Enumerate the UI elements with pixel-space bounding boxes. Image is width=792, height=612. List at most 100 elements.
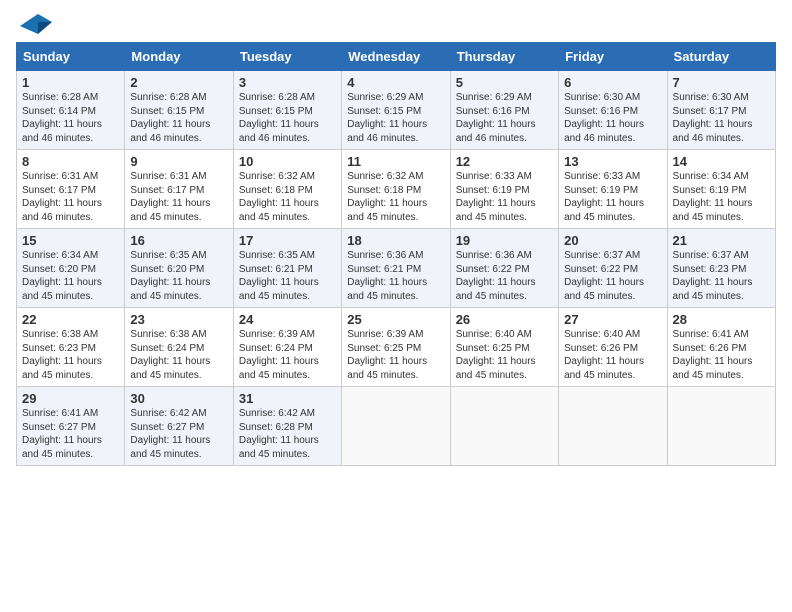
day-info: Sunrise: 6:35 AMSunset: 6:21 PMDaylight:… <box>239 249 336 303</box>
day-info: Sunrise: 6:41 AMSunset: 6:27 PMDaylight:… <box>22 407 119 461</box>
calendar-week-row: 1Sunrise: 6:28 AMSunset: 6:14 PMDaylight… <box>17 71 776 150</box>
day-info: Sunrise: 6:28 AMSunset: 6:15 PMDaylight:… <box>239 91 336 145</box>
day-number: 18 <box>347 233 444 248</box>
day-number: 14 <box>673 154 770 169</box>
day-info: Sunrise: 6:30 AMSunset: 6:17 PMDaylight:… <box>673 91 770 145</box>
day-info: Sunrise: 6:34 AMSunset: 6:20 PMDaylight:… <box>22 249 119 303</box>
day-number: 27 <box>564 312 661 327</box>
day-number: 26 <box>456 312 553 327</box>
column-header-saturday: Saturday <box>667 43 775 71</box>
calendar-week-row: 29Sunrise: 6:41 AMSunset: 6:27 PMDayligh… <box>17 387 776 466</box>
day-number: 23 <box>130 312 227 327</box>
calendar-cell: 15Sunrise: 6:34 AMSunset: 6:20 PMDayligh… <box>17 229 125 308</box>
calendar-cell: 2Sunrise: 6:28 AMSunset: 6:15 PMDaylight… <box>125 71 233 150</box>
day-info: Sunrise: 6:36 AMSunset: 6:22 PMDaylight:… <box>456 249 553 303</box>
calendar-header-row: SundayMondayTuesdayWednesdayThursdayFrid… <box>17 43 776 71</box>
day-number: 29 <box>22 391 119 406</box>
column-header-friday: Friday <box>559 43 667 71</box>
calendar-cell: 25Sunrise: 6:39 AMSunset: 6:25 PMDayligh… <box>342 308 450 387</box>
column-header-monday: Monday <box>125 43 233 71</box>
day-number: 8 <box>22 154 119 169</box>
logo-bird-icon <box>18 12 52 40</box>
calendar-cell <box>667 387 775 466</box>
calendar-cell: 27Sunrise: 6:40 AMSunset: 6:26 PMDayligh… <box>559 308 667 387</box>
calendar-cell: 20Sunrise: 6:37 AMSunset: 6:22 PMDayligh… <box>559 229 667 308</box>
calendar-cell: 17Sunrise: 6:35 AMSunset: 6:21 PMDayligh… <box>233 229 341 308</box>
calendar-cell <box>342 387 450 466</box>
calendar-cell: 22Sunrise: 6:38 AMSunset: 6:23 PMDayligh… <box>17 308 125 387</box>
calendar-cell: 6Sunrise: 6:30 AMSunset: 6:16 PMDaylight… <box>559 71 667 150</box>
day-info: Sunrise: 6:30 AMSunset: 6:16 PMDaylight:… <box>564 91 661 145</box>
day-info: Sunrise: 6:38 AMSunset: 6:23 PMDaylight:… <box>22 328 119 382</box>
day-info: Sunrise: 6:39 AMSunset: 6:25 PMDaylight:… <box>347 328 444 382</box>
day-number: 7 <box>673 75 770 90</box>
day-info: Sunrise: 6:41 AMSunset: 6:26 PMDaylight:… <box>673 328 770 382</box>
day-number: 16 <box>130 233 227 248</box>
day-info: Sunrise: 6:29 AMSunset: 6:15 PMDaylight:… <box>347 91 444 145</box>
day-number: 6 <box>564 75 661 90</box>
calendar-table: SundayMondayTuesdayWednesdayThursdayFrid… <box>16 42 776 466</box>
day-number: 1 <box>22 75 119 90</box>
day-number: 4 <box>347 75 444 90</box>
day-info: Sunrise: 6:38 AMSunset: 6:24 PMDaylight:… <box>130 328 227 382</box>
calendar-cell <box>450 387 558 466</box>
day-number: 15 <box>22 233 119 248</box>
day-number: 13 <box>564 154 661 169</box>
day-number: 12 <box>456 154 553 169</box>
day-number: 10 <box>239 154 336 169</box>
calendar-cell: 26Sunrise: 6:40 AMSunset: 6:25 PMDayligh… <box>450 308 558 387</box>
calendar-cell: 21Sunrise: 6:37 AMSunset: 6:23 PMDayligh… <box>667 229 775 308</box>
column-header-tuesday: Tuesday <box>233 43 341 71</box>
day-number: 9 <box>130 154 227 169</box>
day-info: Sunrise: 6:36 AMSunset: 6:21 PMDaylight:… <box>347 249 444 303</box>
day-number: 2 <box>130 75 227 90</box>
calendar-cell: 19Sunrise: 6:36 AMSunset: 6:22 PMDayligh… <box>450 229 558 308</box>
day-info: Sunrise: 6:42 AMSunset: 6:27 PMDaylight:… <box>130 407 227 461</box>
calendar-cell: 8Sunrise: 6:31 AMSunset: 6:17 PMDaylight… <box>17 150 125 229</box>
day-info: Sunrise: 6:39 AMSunset: 6:24 PMDaylight:… <box>239 328 336 382</box>
day-info: Sunrise: 6:32 AMSunset: 6:18 PMDaylight:… <box>347 170 444 224</box>
day-number: 11 <box>347 154 444 169</box>
day-number: 21 <box>673 233 770 248</box>
day-info: Sunrise: 6:28 AMSunset: 6:14 PMDaylight:… <box>22 91 119 145</box>
calendar-cell: 28Sunrise: 6:41 AMSunset: 6:26 PMDayligh… <box>667 308 775 387</box>
calendar-cell: 1Sunrise: 6:28 AMSunset: 6:14 PMDaylight… <box>17 71 125 150</box>
calendar-cell: 11Sunrise: 6:32 AMSunset: 6:18 PMDayligh… <box>342 150 450 229</box>
day-info: Sunrise: 6:28 AMSunset: 6:15 PMDaylight:… <box>130 91 227 145</box>
calendar-cell: 31Sunrise: 6:42 AMSunset: 6:28 PMDayligh… <box>233 387 341 466</box>
day-info: Sunrise: 6:35 AMSunset: 6:20 PMDaylight:… <box>130 249 227 303</box>
column-header-wednesday: Wednesday <box>342 43 450 71</box>
calendar-cell: 3Sunrise: 6:28 AMSunset: 6:15 PMDaylight… <box>233 71 341 150</box>
day-info: Sunrise: 6:37 AMSunset: 6:22 PMDaylight:… <box>564 249 661 303</box>
calendar-cell: 30Sunrise: 6:42 AMSunset: 6:27 PMDayligh… <box>125 387 233 466</box>
calendar-cell: 5Sunrise: 6:29 AMSunset: 6:16 PMDaylight… <box>450 71 558 150</box>
day-info: Sunrise: 6:33 AMSunset: 6:19 PMDaylight:… <box>456 170 553 224</box>
calendar-week-row: 8Sunrise: 6:31 AMSunset: 6:17 PMDaylight… <box>17 150 776 229</box>
page-header <box>16 16 776 34</box>
day-number: 5 <box>456 75 553 90</box>
calendar-cell: 7Sunrise: 6:30 AMSunset: 6:17 PMDaylight… <box>667 71 775 150</box>
calendar-cell: 9Sunrise: 6:31 AMSunset: 6:17 PMDaylight… <box>125 150 233 229</box>
calendar-cell: 24Sunrise: 6:39 AMSunset: 6:24 PMDayligh… <box>233 308 341 387</box>
day-number: 24 <box>239 312 336 327</box>
day-info: Sunrise: 6:40 AMSunset: 6:25 PMDaylight:… <box>456 328 553 382</box>
day-info: Sunrise: 6:42 AMSunset: 6:28 PMDaylight:… <box>239 407 336 461</box>
calendar-cell <box>559 387 667 466</box>
day-number: 25 <box>347 312 444 327</box>
day-number: 17 <box>239 233 336 248</box>
day-info: Sunrise: 6:37 AMSunset: 6:23 PMDaylight:… <box>673 249 770 303</box>
calendar-cell: 4Sunrise: 6:29 AMSunset: 6:15 PMDaylight… <box>342 71 450 150</box>
day-number: 20 <box>564 233 661 248</box>
calendar-cell: 23Sunrise: 6:38 AMSunset: 6:24 PMDayligh… <box>125 308 233 387</box>
day-number: 3 <box>239 75 336 90</box>
calendar-cell: 13Sunrise: 6:33 AMSunset: 6:19 PMDayligh… <box>559 150 667 229</box>
calendar-week-row: 15Sunrise: 6:34 AMSunset: 6:20 PMDayligh… <box>17 229 776 308</box>
day-number: 19 <box>456 233 553 248</box>
column-header-thursday: Thursday <box>450 43 558 71</box>
calendar-cell: 18Sunrise: 6:36 AMSunset: 6:21 PMDayligh… <box>342 229 450 308</box>
day-info: Sunrise: 6:29 AMSunset: 6:16 PMDaylight:… <box>456 91 553 145</box>
calendar-week-row: 22Sunrise: 6:38 AMSunset: 6:23 PMDayligh… <box>17 308 776 387</box>
calendar-cell: 29Sunrise: 6:41 AMSunset: 6:27 PMDayligh… <box>17 387 125 466</box>
calendar-cell: 16Sunrise: 6:35 AMSunset: 6:20 PMDayligh… <box>125 229 233 308</box>
logo <box>16 16 52 34</box>
